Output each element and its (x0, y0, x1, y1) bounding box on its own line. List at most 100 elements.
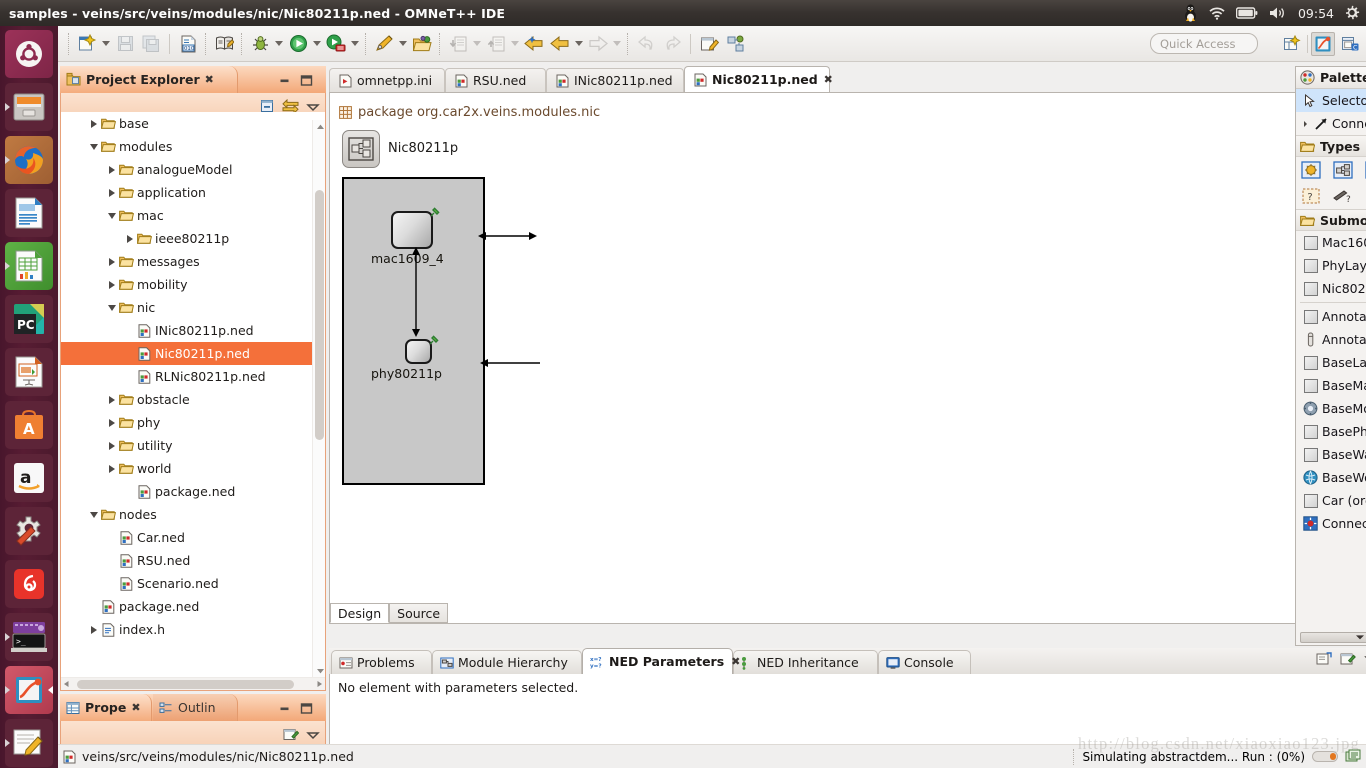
tree-item[interactable]: mobility (61, 273, 325, 296)
launcher-pycharm[interactable]: PC (5, 295, 53, 343)
tree-item[interactable]: application (61, 181, 325, 204)
palette-submodule-list[interactable]: Mac1609_4... PhyLayer8... Nic80211p ... Ann… (1296, 231, 1366, 535)
tree-item[interactable]: obstacle (61, 388, 325, 411)
close-icon[interactable]: ✖ (824, 73, 833, 86)
quick-access-input[interactable]: Quick Access (1150, 33, 1258, 54)
launcher-libreoffice-calc[interactable] (5, 242, 53, 290)
simulation-perspective-icon[interactable] (1311, 32, 1335, 56)
view-menu-icon[interactable] (306, 102, 320, 112)
project-tree[interactable]: base modules analogueModel application mac ie… (61, 112, 325, 677)
editor-tab-inic80211p-ned[interactable]: INic80211p.ned (546, 68, 684, 92)
new-simulation-icon[interactable] (723, 32, 747, 56)
forward-dropdown-arrow[interactable] (573, 33, 585, 55)
debug-bug-icon[interactable] (248, 32, 272, 56)
twisty-collapsed-icon[interactable] (105, 418, 118, 427)
maximize-icon[interactable] (298, 72, 314, 88)
tux-icon[interactable] (1183, 0, 1198, 26)
palette-submodule-item[interactable]: Connectio... (1296, 512, 1366, 535)
scroll-right-arrow-icon[interactable] (315, 680, 324, 688)
tree-item[interactable]: Scenario.ned (61, 572, 325, 595)
tab-properties[interactable]: Prope ✖ (60, 694, 152, 721)
tree-item[interactable]: nodes (61, 503, 325, 526)
close-icon[interactable]: ✖ (131, 701, 140, 714)
new-dropdown-arrow[interactable] (100, 33, 112, 55)
palette-submodule-item[interactable]: BasePhyLa... (1296, 420, 1366, 443)
tree-item[interactable]: phy (61, 411, 325, 434)
tree-item[interactable]: package.ned (61, 480, 325, 503)
cpp-perspective-icon[interactable]: C (1338, 32, 1362, 56)
launcher-ubuntu-software[interactable]: A (5, 401, 53, 449)
launcher-netease-music[interactable] (5, 560, 53, 608)
twisty-expanded-icon[interactable] (87, 511, 100, 518)
project-explorer-tab[interactable]: Project Explorer ✖ (60, 66, 238, 93)
twisty-expanded-icon[interactable] (105, 304, 118, 311)
twisty-expanded-icon[interactable] (105, 212, 118, 219)
close-icon[interactable]: ✖ (731, 655, 740, 668)
twisty-collapsed-icon[interactable] (105, 395, 118, 404)
twisty-collapsed-icon[interactable] (105, 280, 118, 289)
scroll-up-arrow-icon[interactable] (315, 120, 325, 133)
palette-submodule-item[interactable]: BaseLayer ... (1296, 351, 1366, 374)
tab-console[interactable]: Console (878, 650, 971, 674)
forward-arrow-icon[interactable] (548, 32, 572, 56)
tree-item[interactable]: package.ned (61, 595, 325, 618)
tree-hscroll-thumb[interactable] (77, 680, 294, 689)
submodule-mac1609_4[interactable] (391, 211, 433, 249)
close-icon[interactable]: ✖ (205, 73, 214, 86)
palette-submodule-item[interactable]: Annotatio... (1296, 328, 1366, 351)
launcher-ubuntu-dash[interactable] (5, 30, 53, 78)
run-dropdown-arrow[interactable] (311, 33, 323, 55)
palette-tool-connection[interactable]: Connection (1296, 112, 1366, 135)
palette-submodule-item[interactable]: Nic80211p ... (1296, 277, 1366, 300)
palette-submodule-item[interactable]: Annotatio... (1296, 305, 1366, 328)
palette-submodule-item[interactable]: Mac1609_4... (1296, 231, 1366, 254)
new-view-icon[interactable] (1340, 651, 1356, 667)
scroll-left-arrow-icon[interactable] (62, 680, 71, 688)
palette-submodule-item[interactable]: BaseWave... (1296, 443, 1366, 466)
debug-dropdown-arrow[interactable] (273, 33, 285, 55)
tab-source[interactable]: Source (389, 603, 449, 623)
tree-item[interactable]: base (61, 112, 325, 135)
twisty-collapsed-icon[interactable] (123, 234, 136, 243)
twisty-collapsed-icon[interactable] (105, 464, 118, 473)
pin-view-icon[interactable] (1316, 651, 1332, 667)
status-progress-bar[interactable] (1312, 751, 1338, 762)
launcher-amazon[interactable]: a (5, 454, 53, 502)
palette-submodule-item[interactable]: BaseMobili... (1296, 397, 1366, 420)
compound-module-icon[interactable] (342, 130, 380, 168)
palette-submodule-item[interactable]: PhyLayer8... (1296, 254, 1366, 277)
pin-properties-icon[interactable] (283, 727, 299, 742)
twisty-collapsed-icon[interactable] (105, 441, 118, 450)
view-menu-icon[interactable] (306, 730, 320, 740)
palette-submodule-item[interactable]: BaseWorld... (1296, 466, 1366, 489)
tree-item[interactable]: RSU.ned (61, 549, 325, 572)
tree-item[interactable]: nic (61, 296, 325, 319)
twisty-expanded-icon[interactable] (87, 143, 100, 150)
twisty-collapsed-icon[interactable] (87, 119, 100, 128)
power-gear-icon[interactable] (1344, 0, 1360, 26)
compound-module-icon[interactable] (1332, 160, 1354, 180)
editor-tab-omnetpp-ini[interactable]: omnetpp.ini (329, 68, 445, 92)
unity-launcher[interactable]: PC A a >_ (0, 26, 58, 768)
palette-submodule-item[interactable]: Car (org.ca... (1296, 489, 1366, 512)
launcher-libreoffice-writer[interactable] (5, 189, 53, 237)
tab-problems[interactable]: Problems (331, 650, 432, 674)
tree-item[interactable]: RLNic80211p.ned (61, 365, 325, 388)
editor-tab-rsu-ned[interactable]: RSU.ned (445, 68, 546, 92)
tree-item[interactable]: Nic80211p.ned (61, 342, 325, 365)
battery-icon[interactable] (1235, 0, 1258, 26)
tab-ned-parameters[interactable]: x=? y=? NED Parameters ✖ (582, 648, 740, 674)
twisty-collapsed-icon[interactable] (105, 188, 118, 197)
palette-tool-selector[interactable]: Selector (1296, 89, 1366, 112)
connection-twisty-icon[interactable] (1302, 120, 1309, 128)
tab-module-hierarchy[interactable]: Module Hierarchy (432, 650, 582, 674)
editor-tab-nic80211p-ned[interactable]: Nic80211p.ned ✖ (684, 66, 833, 92)
tab-ned-inheritance[interactable]: NED Inheritance (733, 650, 878, 674)
tree-horizontal-scrollbar[interactable] (61, 677, 325, 690)
scroll-down-arrow-icon[interactable] (315, 664, 325, 677)
tab-outline[interactable]: Outlin (153, 694, 238, 721)
back-arrow-icon[interactable] (522, 32, 546, 56)
run-play-icon[interactable] (286, 32, 310, 56)
palette-submodule-item[interactable]: BaseMacLa... (1296, 374, 1366, 397)
minimize-icon[interactable] (276, 700, 292, 716)
